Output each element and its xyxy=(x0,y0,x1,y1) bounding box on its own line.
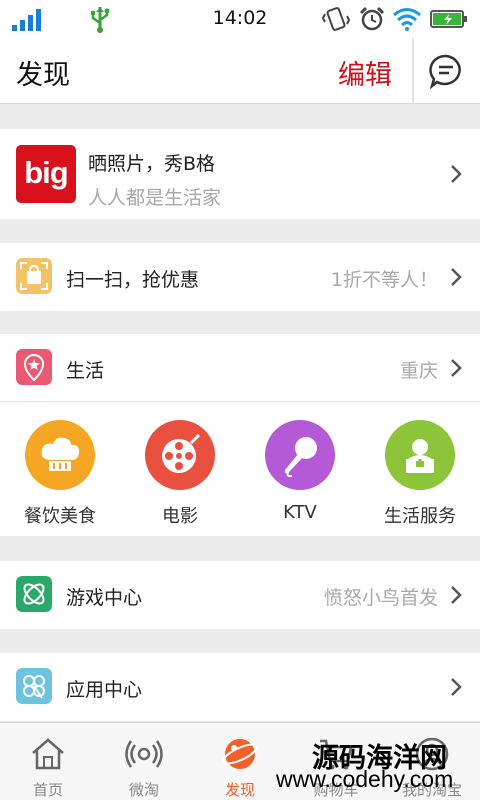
chat-bubble-icon[interactable] xyxy=(428,53,464,89)
big-photo-row[interactable]: big 晒照片，秀B格 人人都是生活家 xyxy=(0,129,480,219)
microphone-icon xyxy=(284,437,317,478)
chevron-right-icon[interactable] xyxy=(450,358,462,378)
game-promo-text: 愤怒小鸟首发 xyxy=(323,587,438,609)
edit-button[interactable]: 编辑 xyxy=(338,53,392,92)
scan-label: 扫一扫，抢优惠 xyxy=(66,269,200,291)
app-center-label: 应用中心 xyxy=(66,679,143,701)
tab-weitao[interactable]: 微淘 xyxy=(96,723,192,800)
app-center-row[interactable]: 应用中心 xyxy=(0,653,480,721)
city-text[interactable]: 重庆 xyxy=(400,356,438,383)
big-title: 晒照片，秀B格 xyxy=(88,153,216,175)
category-food-label[interactable]: 餐饮美食 xyxy=(0,502,120,528)
row-divider xyxy=(0,401,480,402)
big-logo: big xyxy=(16,145,76,203)
scan-row[interactable]: 扫一扫，抢优惠 1折不等人！ xyxy=(0,243,480,311)
category-services-label[interactable]: 生活服务 xyxy=(360,502,480,528)
chef-hat-icon xyxy=(41,437,80,471)
planet-icon xyxy=(222,739,258,769)
tab-home[interactable]: 首页 xyxy=(0,723,96,800)
scan-promo-text: 1折不等人！ xyxy=(330,269,438,291)
shopping-bag-scan-icon xyxy=(16,258,52,294)
clover-icon xyxy=(16,668,52,704)
film-reel-icon xyxy=(162,433,201,473)
location-star-icon xyxy=(16,349,52,385)
alarm-icon xyxy=(359,6,385,31)
app-header: 发现 编辑 xyxy=(0,38,480,104)
category-services[interactable] xyxy=(385,420,455,490)
tab-home-label: 首页 xyxy=(32,781,63,799)
category-movie[interactable] xyxy=(145,420,215,490)
category-ktv[interactable] xyxy=(265,420,335,490)
category-movie-label[interactable]: 电影 xyxy=(120,502,240,528)
big-subtitle: 人人都是生活家 xyxy=(88,187,222,209)
status-bar: 14:02 xyxy=(0,0,480,38)
game-center-row[interactable]: 游戏中心 愤怒小鸟首发 xyxy=(0,561,480,629)
header-divider xyxy=(412,38,414,104)
tab-weitao-label: 微淘 xyxy=(128,781,159,799)
category-food[interactable] xyxy=(25,420,95,490)
page-title: 发现 xyxy=(16,60,70,91)
game-center-label: 游戏中心 xyxy=(66,587,143,609)
wifi-icon xyxy=(393,8,421,31)
life-label[interactable]: 生活 xyxy=(66,356,104,383)
chevron-right-icon xyxy=(451,586,462,604)
watermark-url: www.codehy.com xyxy=(276,766,454,792)
broadcast-icon xyxy=(125,740,163,768)
chevron-right-icon xyxy=(451,268,462,286)
category-ktv-label[interactable]: KTV xyxy=(240,502,360,523)
tab-discover-label: 发现 xyxy=(224,781,255,799)
game-center-icon xyxy=(16,576,52,612)
chevron-right-icon xyxy=(451,678,462,696)
battery-icon xyxy=(430,10,467,28)
person-service-icon xyxy=(406,439,434,473)
chevron-right-icon xyxy=(451,165,462,183)
home-icon xyxy=(32,738,64,770)
tab-discover[interactable]: 发现 xyxy=(192,723,288,800)
vibrate-icon xyxy=(322,7,350,31)
